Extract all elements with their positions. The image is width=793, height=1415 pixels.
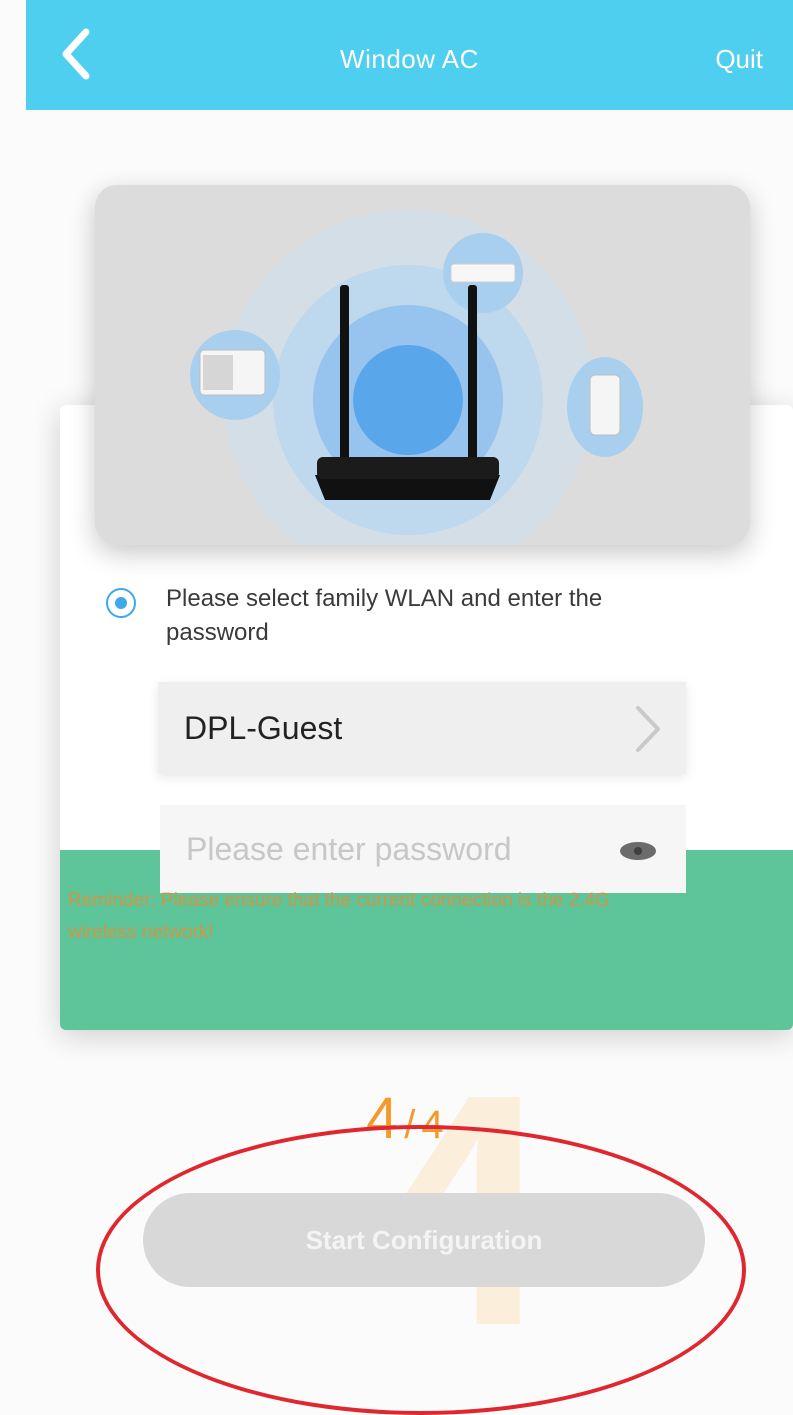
reminder-text: Reminder: Please ensure that the current… bbox=[68, 890, 610, 943]
quit-button[interactable]: Quit bbox=[715, 44, 763, 75]
wlan-instruction: Please select family WLAN and enter the … bbox=[166, 585, 603, 646]
step-separator: / bbox=[404, 1103, 416, 1147]
portable-ac-icon bbox=[567, 357, 643, 457]
step-indicator: 4/4 bbox=[366, 1085, 444, 1152]
window-ac-icon bbox=[190, 330, 280, 420]
step-total: 4 bbox=[421, 1103, 444, 1147]
split-ac-icon bbox=[443, 233, 523, 313]
page-title: Window AC bbox=[340, 44, 479, 74]
chevron-right-icon bbox=[636, 706, 660, 752]
wifi-network-select[interactable]: DPL-Guest bbox=[158, 682, 686, 774]
wifi-network-name: DPL-Guest bbox=[184, 710, 343, 746]
password-field[interactable] bbox=[160, 805, 686, 893]
eye-icon[interactable] bbox=[618, 839, 658, 863]
step-current: 4 bbox=[366, 1086, 399, 1151]
password-input[interactable] bbox=[184, 823, 598, 875]
top-bar: Window AC Quit bbox=[26, 0, 793, 110]
router-illustration bbox=[95, 185, 750, 545]
start-configuration-button[interactable]: Start Configuration bbox=[143, 1193, 705, 1287]
wlan-radio[interactable] bbox=[106, 588, 136, 618]
